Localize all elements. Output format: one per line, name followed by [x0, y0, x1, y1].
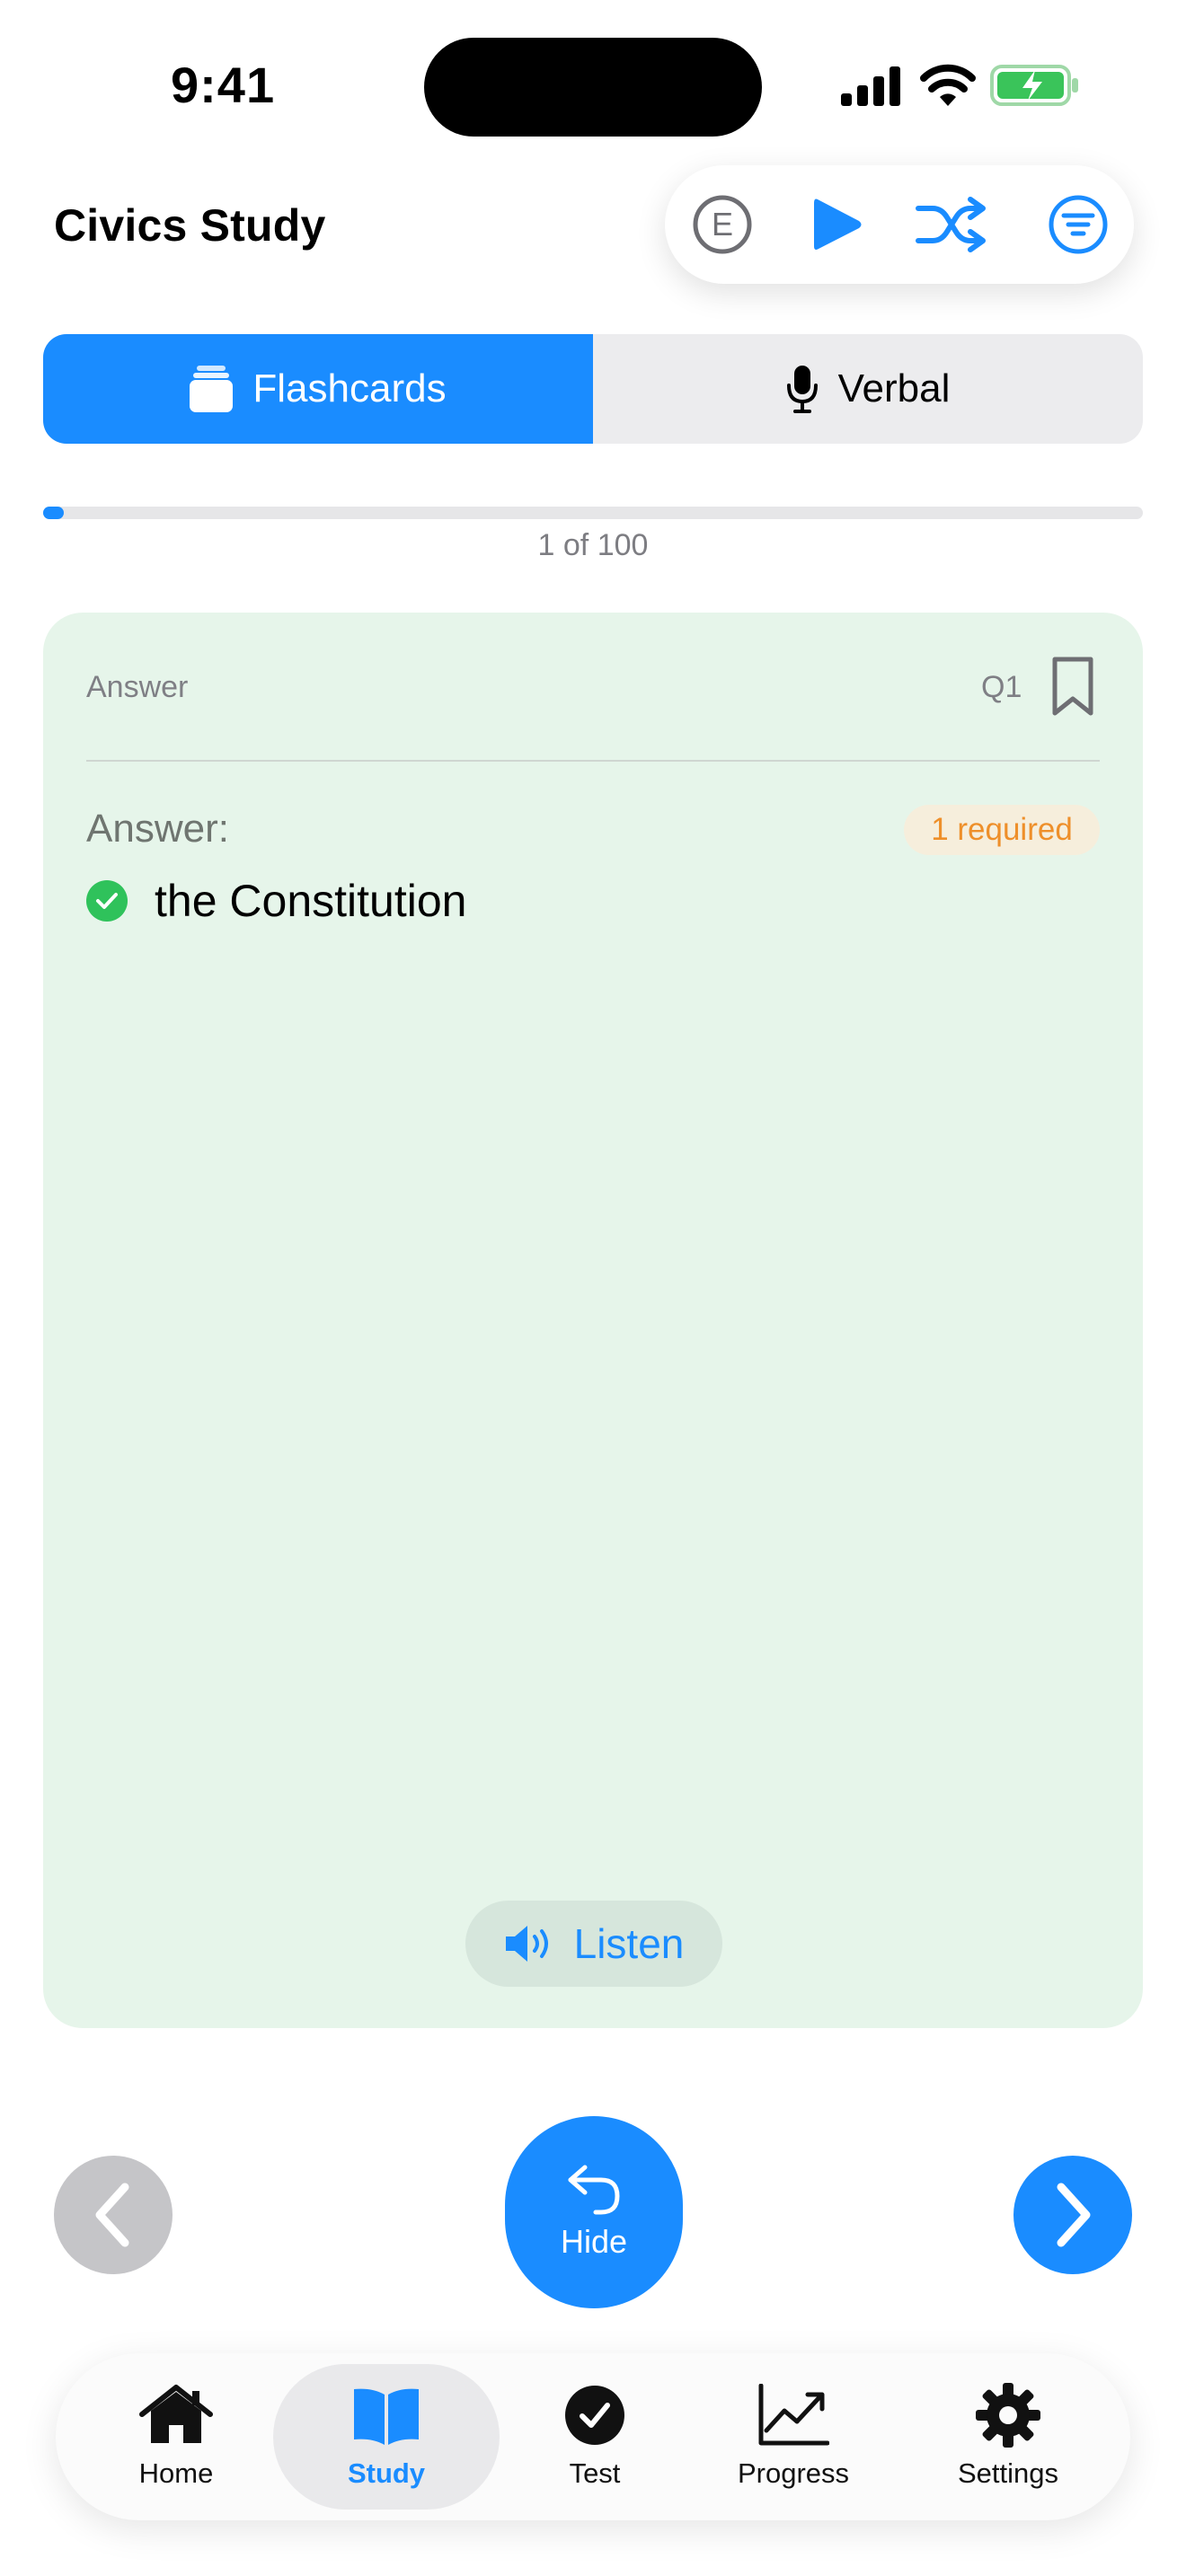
filter-button[interactable] — [1042, 189, 1114, 260]
mode-segmented-control: Flashcards Verbal — [43, 334, 1143, 444]
tab-flashcards-label: Flashcards — [252, 366, 447, 410]
required-badge: 1 required — [904, 805, 1100, 855]
book-icon — [354, 2388, 419, 2445]
chevron-left-icon — [95, 2183, 129, 2247]
progress-label: 1 of 100 — [537, 528, 649, 562]
answer-heading: Answer: — [86, 807, 229, 851]
study-progress-bar — [43, 507, 1143, 519]
language-toggle-button[interactable]: E — [686, 189, 758, 260]
tab-bar: Home Study Test Progress Settings — [56, 2353, 1130, 2520]
answer-item: the Constitution — [86, 875, 466, 927]
chevron-right-icon — [1057, 2183, 1091, 2247]
status-time: 9:41 — [171, 57, 276, 113]
checkmark-circle-icon — [86, 880, 128, 922]
hide-label: Hide — [560, 2223, 628, 2260]
tab-test[interactable]: Test — [541, 2364, 649, 2510]
tab-home[interactable]: Home — [119, 2364, 234, 2510]
cards-icon — [190, 366, 234, 412]
play-icon — [814, 198, 862, 250]
checkmark-circle-icon — [565, 2386, 624, 2445]
flip-back-arrow-icon — [568, 2165, 620, 2215]
tab-test-label: Test — [569, 2457, 621, 2489]
filter-icon — [1049, 195, 1108, 254]
card-side-label: Answer — [86, 670, 189, 704]
tab-verbal[interactable]: Verbal — [593, 334, 1143, 444]
tab-progress[interactable]: Progress — [719, 2364, 868, 2510]
page-title: Civics Study — [54, 200, 326, 251]
gear-icon — [976, 2383, 1040, 2448]
tab-progress-label: Progress — [737, 2457, 850, 2489]
card-divider — [86, 760, 1100, 762]
bookmark-icon[interactable] — [1049, 656, 1096, 719]
listen-button[interactable]: Listen — [465, 1901, 722, 1987]
header-toolbar: E — [665, 165, 1134, 284]
svg-text:E: E — [712, 206, 733, 243]
speaker-icon — [505, 1926, 548, 1962]
previous-card-button[interactable] — [54, 2156, 173, 2274]
tab-flashcards[interactable]: Flashcards — [43, 334, 593, 444]
tab-verbal-label: Verbal — [837, 366, 951, 410]
dynamic-island — [424, 38, 762, 137]
answer-text: the Constitution — [155, 876, 467, 926]
tab-home-label: Home — [138, 2457, 214, 2489]
battery-charging-icon — [990, 65, 1078, 106]
next-card-button[interactable] — [1013, 2156, 1132, 2274]
shuffle-button[interactable] — [915, 189, 987, 260]
cellular-signal-icon — [841, 66, 900, 106]
chart-icon — [758, 2384, 829, 2446]
tab-settings[interactable]: Settings — [936, 2364, 1080, 2510]
hide-answer-button[interactable]: Hide — [505, 2116, 683, 2308]
tab-settings-label: Settings — [957, 2457, 1058, 2489]
play-button[interactable] — [801, 189, 873, 260]
language-e-icon: E — [693, 195, 752, 254]
microphone-icon — [786, 366, 818, 413]
shuffle-icon — [916, 197, 986, 252]
house-icon — [139, 2385, 213, 2443]
wifi-icon — [920, 64, 976, 106]
tab-study[interactable]: Study — [273, 2364, 500, 2510]
question-number: Q1 — [981, 670, 1022, 704]
progress-fill — [43, 507, 65, 519]
tab-study-label: Study — [347, 2457, 426, 2489]
listen-label: Listen — [573, 1920, 685, 1967]
